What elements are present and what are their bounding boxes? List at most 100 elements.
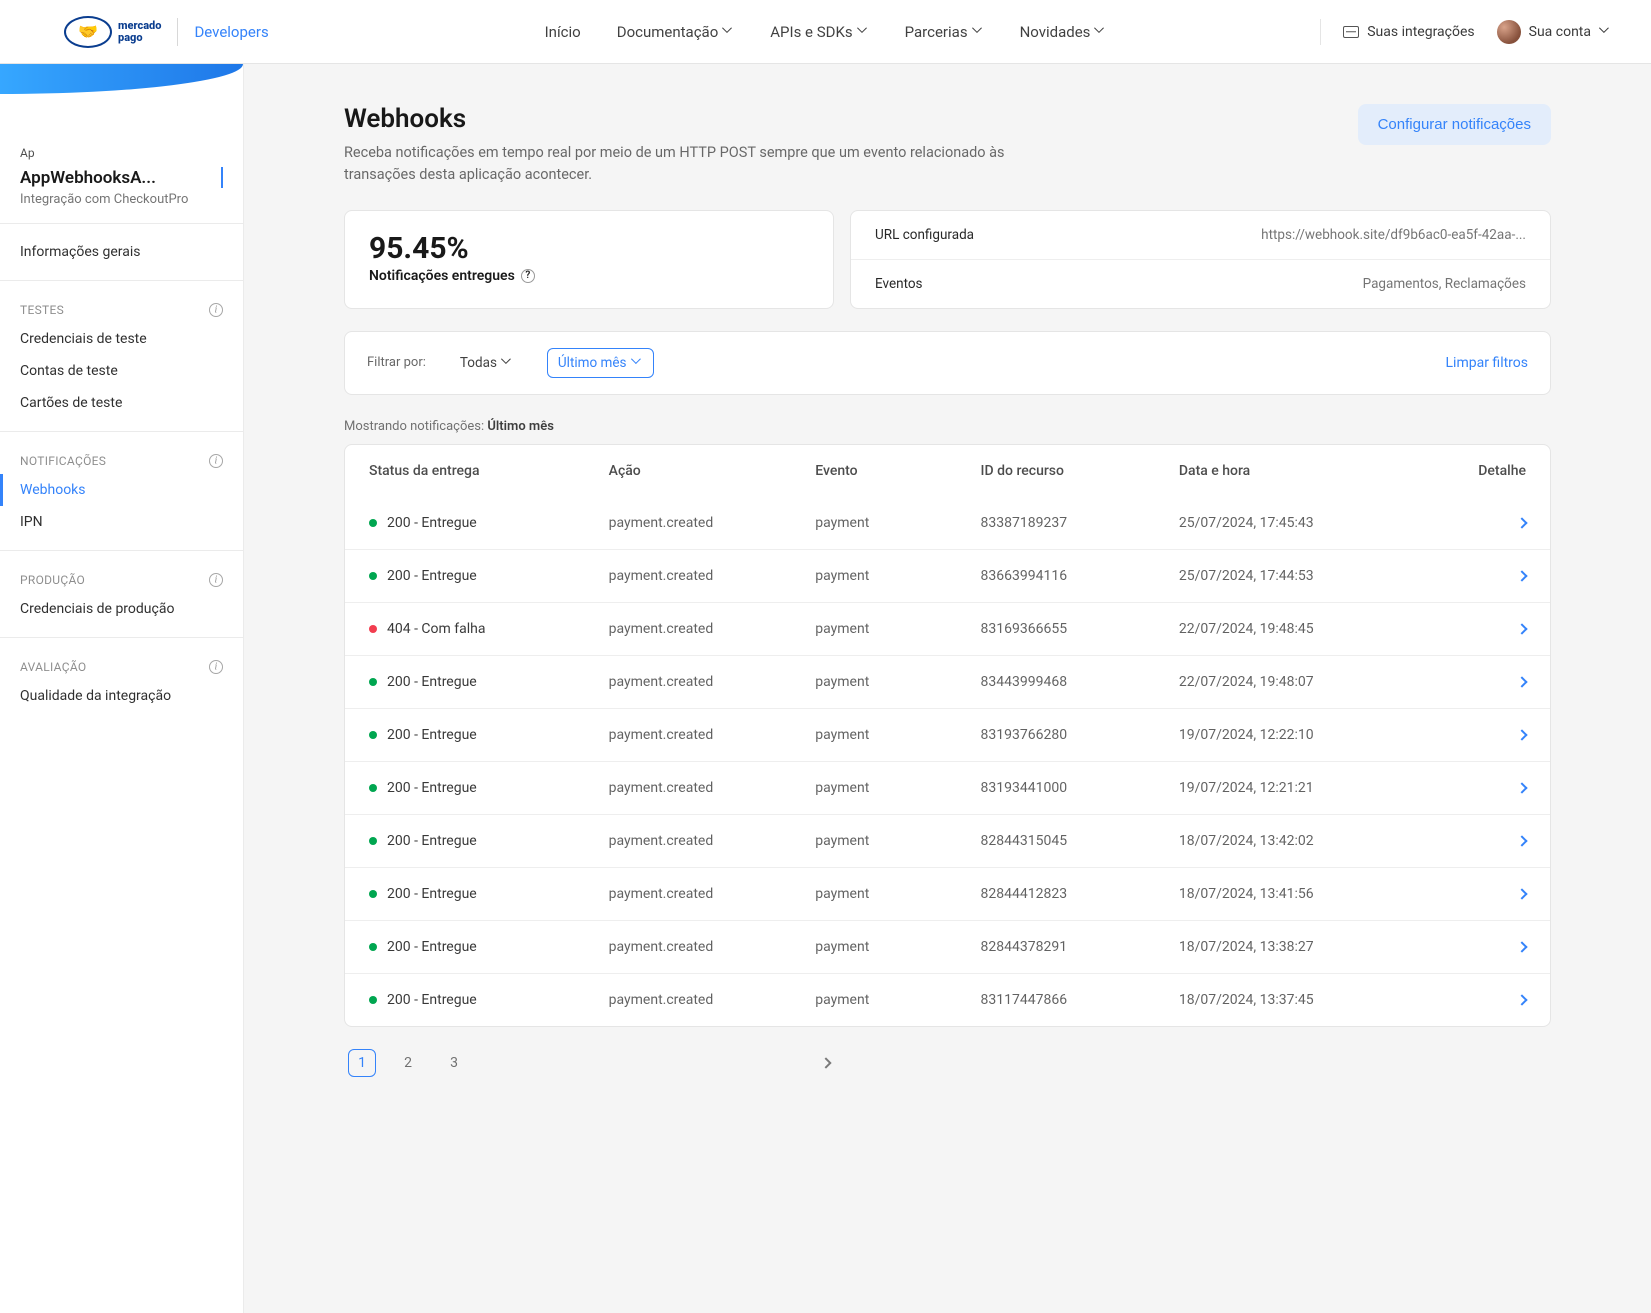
action-cell: payment.created [609, 621, 816, 637]
filter-bar: Filtrar por: Todas Último mês Limpar fil… [344, 331, 1551, 395]
detail-link[interactable] [1518, 996, 1526, 1004]
detail-link[interactable] [1518, 837, 1526, 845]
sidebar-item-test-cards[interactable]: Cartões de teste [0, 387, 243, 419]
nav-novidades[interactable]: Novidades [1020, 23, 1107, 41]
action-cell: payment.created [609, 515, 816, 531]
your-integrations-link[interactable]: Suas integrações [1343, 24, 1474, 40]
col-datetime: Data e hora [1179, 463, 1435, 479]
table-row: 200 - Entreguepayment.createdpayment8366… [345, 549, 1550, 602]
chevron-down-icon [722, 26, 734, 38]
detail-link[interactable] [1518, 625, 1526, 633]
detail-link[interactable] [1518, 731, 1526, 739]
kpi-label: Notificações entregues [369, 268, 515, 284]
chevron-right-icon [221, 167, 223, 188]
chevron-right-icon [1516, 676, 1527, 687]
mercadopago-icon: 🤝 [64, 16, 112, 48]
col-action: Ação [609, 463, 816, 479]
page-3[interactable]: 3 [440, 1049, 468, 1077]
global-header: 🤝 mercadopago Developers Início Document… [0, 0, 1651, 64]
chevron-right-icon [1516, 729, 1527, 740]
clear-filters-link[interactable]: Limpar filtros [1446, 355, 1528, 371]
status-dot-icon [369, 996, 377, 1004]
sidebar-item-integration-quality[interactable]: Qualidade da integração [0, 680, 243, 712]
table-row: 200 - Entreguepayment.createdpayment8319… [345, 708, 1550, 761]
detail-link[interactable] [1518, 519, 1526, 527]
detail-link[interactable] [1518, 572, 1526, 580]
events-value: Pagamentos, Reclamações [1363, 276, 1526, 292]
resource-id-cell: 83443999468 [981, 674, 1179, 690]
datetime-cell: 18/07/2024, 13:42:02 [1179, 833, 1435, 849]
chevron-down-icon [501, 357, 513, 369]
action-cell: payment.created [609, 674, 816, 690]
header-divider [1320, 19, 1321, 45]
app-name: AppWebhooksA... [20, 168, 156, 188]
brand-sub-text: Developers [194, 23, 268, 41]
status-dot-icon [369, 625, 377, 633]
breadcrumb[interactable]: Ap [20, 146, 223, 160]
chevron-down-icon [857, 26, 869, 38]
sidebar-item-test-credentials[interactable]: Credenciais de teste [0, 323, 243, 355]
top-nav: Início Documentação APIs e SDKs Parceria… [545, 23, 1107, 41]
resource-id-cell: 82844412823 [981, 886, 1179, 902]
status-dot-icon [369, 837, 377, 845]
sidebar-item-general-info[interactable]: Informações gerais [0, 236, 243, 268]
sidebar-section-notifications: NOTIFICAÇÕES [0, 444, 243, 474]
sidebar-item-ipn[interactable]: IPN [0, 506, 243, 538]
status-dot-icon [369, 519, 377, 527]
col-detail: Detalhe [1435, 463, 1526, 479]
app-subtitle: Integração com CheckoutPro [20, 192, 223, 207]
nav-inicio[interactable]: Início [545, 23, 581, 41]
nav-documentacao[interactable]: Documentação [617, 23, 735, 41]
event-cell: payment [815, 568, 980, 584]
detail-link[interactable] [1518, 784, 1526, 792]
sidebar-item-production-credentials[interactable]: Credenciais de produção [0, 593, 243, 625]
event-cell: payment [815, 727, 980, 743]
detail-link[interactable] [1518, 943, 1526, 951]
info-icon[interactable] [209, 454, 223, 468]
status-text: 404 - Com falha [387, 621, 485, 637]
chevron-right-icon [1516, 835, 1527, 846]
status-text: 200 - Entregue [387, 939, 477, 955]
configure-notifications-button[interactable]: Configurar notificações [1358, 104, 1551, 145]
status-text: 200 - Entregue [387, 780, 477, 796]
page-next[interactable] [812, 1049, 840, 1077]
brand-logo[interactable]: 🤝 mercadopago Developers [64, 16, 269, 48]
nav-parcerias[interactable]: Parcerias [905, 23, 984, 41]
info-icon[interactable] [209, 573, 223, 587]
table-row: 200 - Entreguepayment.createdpayment8319… [345, 761, 1550, 814]
app-details-link[interactable] [221, 169, 223, 188]
detail-link[interactable] [1518, 678, 1526, 686]
status-text: 200 - Entregue [387, 515, 477, 531]
info-icon[interactable] [209, 660, 223, 674]
status-text: 200 - Entregue [387, 674, 477, 690]
info-icon[interactable] [209, 303, 223, 317]
page-2[interactable]: 2 [394, 1049, 422, 1077]
help-icon[interactable] [521, 269, 535, 283]
sidebar-item-test-accounts[interactable]: Contas de teste [0, 355, 243, 387]
filter-chip-period[interactable]: Último mês [547, 348, 654, 378]
status-dot-icon [369, 943, 377, 951]
event-cell: payment [815, 674, 980, 690]
sidebar-item-webhooks[interactable]: Webhooks [0, 474, 243, 506]
account-menu[interactable]: Sua conta [1497, 20, 1611, 44]
col-status: Status da entrega [369, 463, 609, 479]
datetime-cell: 25/07/2024, 17:45:43 [1179, 515, 1435, 531]
resource-id-cell: 83193766280 [981, 727, 1179, 743]
kpi-card: 95.45% Notificações entregues [344, 210, 834, 309]
page-1[interactable]: 1 [348, 1049, 376, 1077]
nav-apis[interactable]: APIs e SDKs [770, 23, 868, 41]
event-cell: payment [815, 886, 980, 902]
status-text: 200 - Entregue [387, 886, 477, 902]
table-row: 200 - Entregue payment.createdpayment8344… [345, 655, 1550, 708]
table-header-row: Status da entrega Ação Evento ID do recu… [345, 445, 1550, 497]
brand-main-text: mercadopago [118, 20, 161, 43]
action-cell: payment.created [609, 992, 816, 1008]
resource-id-cell: 83663994116 [981, 568, 1179, 584]
detail-link[interactable] [1518, 890, 1526, 898]
filter-chip-all[interactable]: Todas [450, 349, 523, 377]
table-row: 404 - Com falhapayment.createdpayment831… [345, 602, 1550, 655]
event-cell: payment [815, 515, 980, 531]
event-cell: payment [815, 992, 980, 1008]
event-cell: payment [815, 780, 980, 796]
datetime-cell: 25/07/2024, 17:44:53 [1179, 568, 1435, 584]
